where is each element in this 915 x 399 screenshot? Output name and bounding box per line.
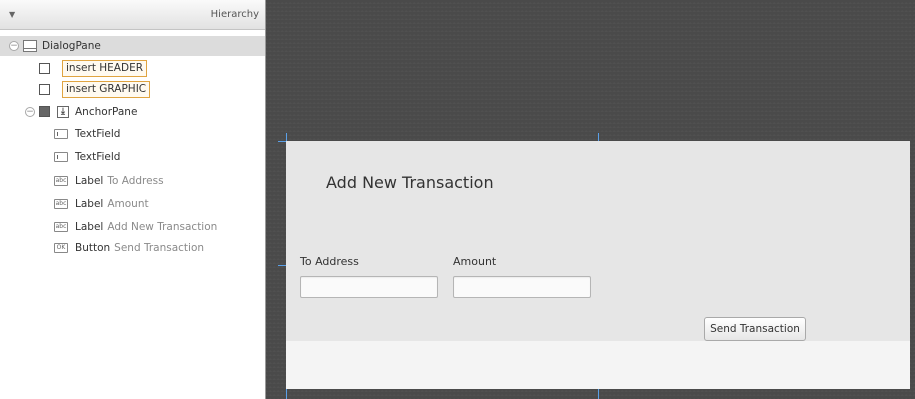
to-address-field[interactable] (300, 276, 438, 298)
tree-item-label: Button Send Transaction (75, 242, 205, 254)
guide-tick (598, 133, 599, 141)
tree-item-label: Label Amount (75, 198, 149, 210)
tree-item-label: TextField (75, 151, 121, 163)
anchor-icon: ⤓ (57, 106, 69, 118)
placeholder-box-icon (39, 84, 50, 95)
button-icon: OK (54, 243, 68, 253)
tree-item-button-send[interactable]: OK Button Send Transaction (0, 238, 265, 258)
tree-item-textfield[interactable]: TextField (0, 147, 265, 167)
dialog-title: Add New Transaction (326, 173, 494, 192)
to-address-label: To Address (300, 255, 359, 268)
tree-item-anchorpane[interactable]: − ⤓ AnchorPane (0, 102, 265, 122)
tree-item-insert-header[interactable]: insert HEADER (0, 59, 265, 79)
dialogpane-icon (23, 40, 37, 52)
tree-item-label: TextField (75, 128, 121, 140)
guide-tick (278, 265, 286, 266)
send-transaction-button[interactable]: Send Transaction (704, 317, 806, 341)
placeholder-box-icon (39, 63, 50, 74)
tree-item-textfield[interactable]: TextField (0, 124, 265, 144)
label-icon: abc (54, 222, 68, 232)
guide-tick (286, 389, 287, 399)
tree-item-label: DialogPane (42, 40, 101, 52)
insert-graphic-slot[interactable]: insert GRAPHIC (62, 81, 151, 98)
insert-header-slot[interactable]: insert HEADER (62, 60, 148, 77)
tree-item-label-amount[interactable]: abc Label Amount (0, 194, 265, 214)
collapse-toggle-icon[interactable]: − (25, 107, 35, 117)
hierarchy-panel: ▼ Hierarchy − DialogPane insert HEADER i… (0, 0, 266, 399)
guide-tick (278, 141, 286, 142)
tree-item-dialogpane[interactable]: − DialogPane (0, 36, 265, 56)
tree-item-label-to-address[interactable]: abc Label To Address (0, 171, 265, 191)
guide-tick (286, 133, 287, 141)
tree-item-insert-graphic[interactable]: insert GRAPHIC (0, 80, 265, 100)
collapse-toggle-icon[interactable]: − (9, 41, 19, 51)
dialog-button-bar (286, 341, 910, 389)
hierarchy-header[interactable]: ▼ Hierarchy (0, 0, 265, 30)
tree-item-label: Label Add New Transaction (75, 221, 218, 233)
tree-item-label: AnchorPane (75, 106, 138, 118)
hierarchy-title: Hierarchy (210, 9, 259, 20)
label-icon: abc (54, 176, 68, 186)
amount-field[interactable] (453, 276, 591, 298)
textfield-icon (54, 152, 68, 162)
amount-label: Amount (453, 255, 497, 268)
label-icon: abc (54, 199, 68, 209)
guide-tick (598, 389, 599, 399)
collapse-arrow-icon[interactable]: ▼ (9, 10, 15, 19)
tree-item-label-title[interactable]: abc Label Add New Transaction (0, 217, 265, 237)
dialog-pane[interactable]: Add New Transaction To Address Amount Se… (286, 141, 910, 389)
textfield-icon (54, 129, 68, 139)
container-icon (39, 106, 50, 117)
tree-item-label: Label To Address (75, 175, 164, 187)
